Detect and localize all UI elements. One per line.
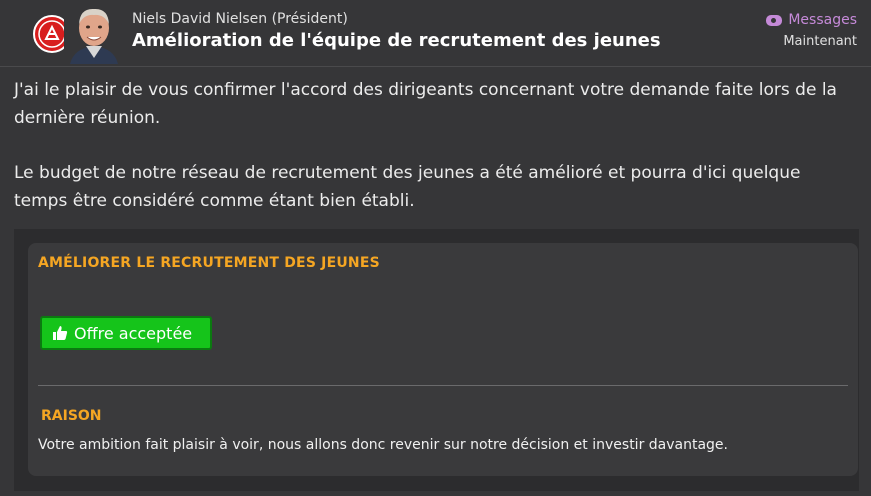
- panel-divider: [38, 385, 848, 386]
- messages-label: Messages: [788, 12, 857, 28]
- offer-accepted-label: Offre acceptée: [74, 323, 193, 343]
- messages-icon: [766, 14, 783, 26]
- reason-text: Votre ambition fait plaisir à voir, nous…: [38, 437, 728, 453]
- message-body: J'ai le plaisir de vous confirmer l'acco…: [14, 76, 854, 242]
- message-time: Maintenant: [783, 34, 857, 49]
- panel-title: AMÉLIORER LE RECRUTEMENT DES JEUNES: [38, 255, 380, 271]
- sender-name[interactable]: Niels David Nielsen (Président): [132, 11, 348, 27]
- body-paragraph-1: J'ai le plaisir de vous confirmer l'acco…: [14, 80, 837, 128]
- offer-accepted-badge: Offre acceptée: [40, 316, 212, 350]
- body-paragraph-2: Le budget de notre réseau de recrutement…: [14, 163, 801, 211]
- messages-link[interactable]: Messages: [766, 12, 857, 28]
- message-header: Niels David Nielsen (Président) Améliora…: [0, 0, 871, 67]
- person-avatar: [64, 2, 124, 64]
- reason-title: RAISON: [41, 408, 102, 424]
- message-subject: Amélioration de l'équipe de recrutement …: [132, 30, 661, 51]
- thumbs-up-icon: [53, 326, 68, 340]
